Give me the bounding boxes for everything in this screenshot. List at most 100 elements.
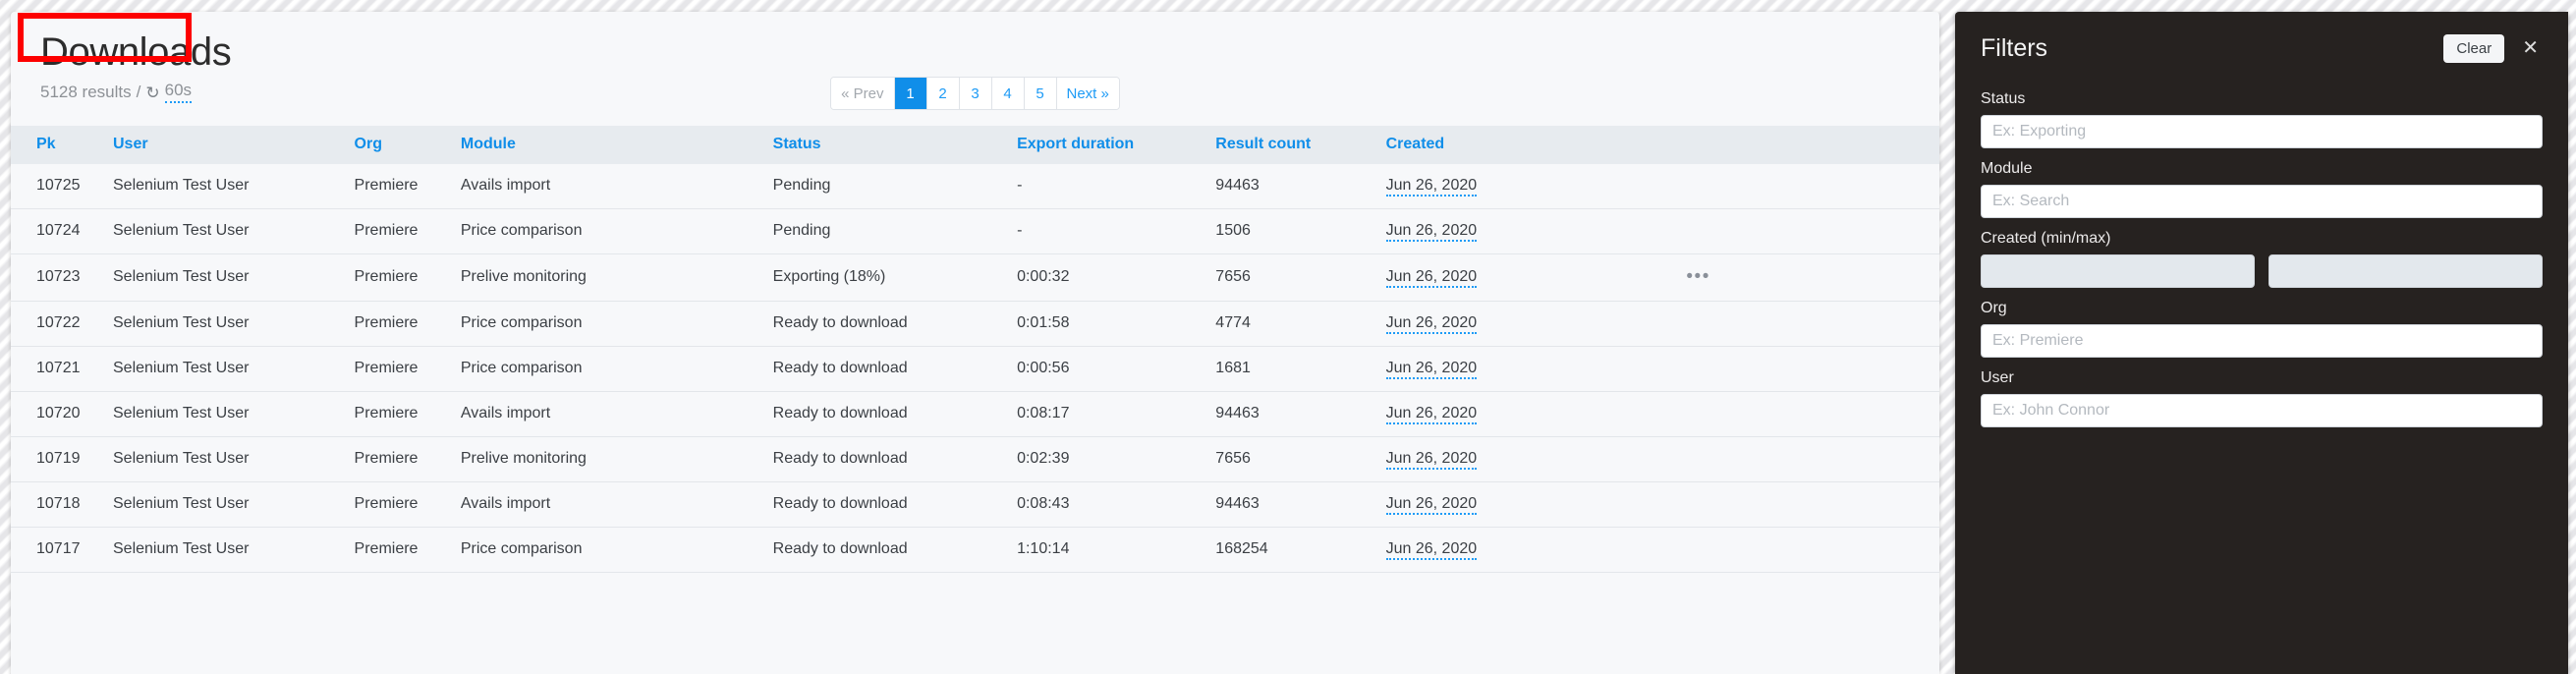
cell-created: Jun 26, 2020 [1385,301,1571,347]
cell-module: Price comparison [460,301,773,347]
table-row[interactable]: 10723 Selenium Test User Premiere Prelive m… [11,253,1939,302]
created-date-link[interactable]: Jun 26, 2020 [1385,222,1478,242]
refresh-icon[interactable]: ↻ [145,84,159,101]
page-title: Downloads [40,30,232,74]
filter-group-module: Module [1981,160,2543,218]
cell-status: Ready to download [772,301,1018,347]
table-row[interactable]: 10724 Selenium Test User Premiere Price com… [11,208,1939,254]
cell-user: Selenium Test User [113,164,355,209]
user-filter-input[interactable] [1981,394,2543,427]
column-header-created[interactable]: Created [1386,126,1571,164]
org-filter-input[interactable] [1981,324,2543,358]
filter-group-created: Created (min/max) [1981,230,2543,288]
filter-group-status: Status [1981,90,2543,148]
column-header-user[interactable]: User [113,126,355,164]
cell-result-count: 4774 [1215,301,1386,347]
cell-created: Jun 26, 2020 [1385,346,1571,392]
created-date-link[interactable]: Jun 26, 2020 [1385,405,1478,424]
downloads-table: Pk User Org Module Status Export duratio… [11,126,1939,573]
cell-result-count: 94463 [1215,164,1386,209]
cell-module: Price comparison [460,346,773,392]
column-header-module[interactable]: Module [461,126,773,164]
cell-module: Prelive monitoring [460,436,773,482]
filter-group-user: User [1981,369,2543,427]
cell-module: Price comparison [460,527,773,573]
results-summary: 5128 results / ↻ 60s [36,81,1939,103]
created-date-link[interactable]: Jun 26, 2020 [1385,314,1478,334]
cell-export-duration: 0:08:43 [1017,481,1216,528]
cell-actions [1570,436,1939,482]
cell-pk: 10724 [11,208,113,254]
table-row[interactable]: 10721 Selenium Test User Premiere Price com… [11,346,1939,392]
column-header-result-count[interactable]: Result count [1215,126,1385,164]
close-icon[interactable]: ✕ [2518,36,2543,60]
cell-user: Selenium Test User [113,391,355,437]
cell-user: Selenium Test User [113,301,355,347]
cell-module: Avails import [460,481,773,528]
cell-org: Premiere [354,253,461,302]
cell-user: Selenium Test User [113,253,355,302]
module-filter-input[interactable] [1981,185,2543,218]
cell-pk: 10722 [11,301,113,347]
cell-created: Jun 26, 2020 [1385,164,1571,209]
cell-created: Jun 26, 2020 [1385,481,1571,528]
created-date-link[interactable]: Jun 26, 2020 [1385,268,1478,288]
created-date-link[interactable]: Jun 26, 2020 [1385,495,1478,515]
cell-module: Avails import [460,391,773,437]
filters-title: Filters [1981,33,2048,62]
filter-label-module: Module [1981,160,2033,177]
cell-user: Selenium Test User [113,481,355,528]
cell-actions [1570,527,1939,573]
created-date-link[interactable]: Jun 26, 2020 [1385,540,1478,560]
cell-org: Premiere [354,436,461,482]
table-row[interactable]: 10718 Selenium Test User Premiere Avails im… [11,481,1939,528]
cell-result-count: 1506 [1215,208,1386,254]
cell-result-count: 168254 [1215,527,1386,573]
table-row[interactable]: 10720 Selenium Test User Premiere Avails im… [11,391,1939,437]
cell-actions [1570,391,1939,437]
table-row[interactable]: 10725 Selenium Test User Premiere Avails im… [11,164,1939,209]
table-row[interactable]: 10717 Selenium Test User Premiere Price com… [11,527,1939,573]
created-max-input[interactable] [2268,254,2543,288]
column-header-org[interactable]: Org [355,126,461,164]
cell-result-count: 1681 [1215,346,1386,392]
cell-user: Selenium Test User [113,436,355,482]
created-min-input[interactable] [1981,254,2255,288]
clear-filters-button[interactable]: Clear [2443,33,2505,63]
cell-pk: 10720 [11,391,113,437]
created-date-link[interactable]: Jun 26, 2020 [1385,360,1478,379]
refresh-interval[interactable]: 60s [164,81,193,103]
cell-export-duration: - [1017,208,1216,254]
table-row[interactable]: 10719 Selenium Test User Premiere Prelive m… [11,436,1939,482]
cell-result-count: 7656 [1215,253,1386,302]
cell-export-duration: 0:01:58 [1017,301,1216,347]
cell-module: Avails import [460,164,773,209]
cell-org: Premiere [354,164,461,209]
page-header: Downloads 5128 results / ↻ 60s [11,12,1939,106]
column-header-status[interactable]: Status [773,126,1017,164]
cell-status: Pending [772,208,1018,254]
cell-actions [1570,164,1939,209]
table-row[interactable]: 10722 Selenium Test User Premiere Price com… [11,301,1939,347]
cell-actions [1570,481,1939,528]
cell-module: Price comparison [460,208,773,254]
created-range-row [1981,254,2543,288]
cell-org: Premiere [354,208,461,254]
cell-org: Premiere [354,391,461,437]
cell-pk: 10721 [11,346,113,392]
column-header-export-duration[interactable]: Export duration [1017,126,1215,164]
status-filter-input[interactable] [1981,115,2543,148]
created-date-link[interactable]: Jun 26, 2020 [1385,177,1478,197]
cell-org: Premiere [354,481,461,528]
cell-status: Ready to download [772,346,1018,392]
cell-created: Jun 26, 2020 [1385,391,1571,437]
row-overflow-menu-icon[interactable]: ••• [1686,267,1709,286]
created-date-link[interactable]: Jun 26, 2020 [1385,450,1478,470]
cell-export-duration: 0:00:32 [1017,253,1216,302]
cell-created: Jun 26, 2020 [1385,253,1571,302]
cell-pk: 10719 [11,436,113,482]
cell-org: Premiere [354,346,461,392]
cell-user: Selenium Test User [113,527,355,573]
column-header-pk[interactable]: Pk [11,126,113,164]
cell-actions: ••• [1570,253,1939,302]
